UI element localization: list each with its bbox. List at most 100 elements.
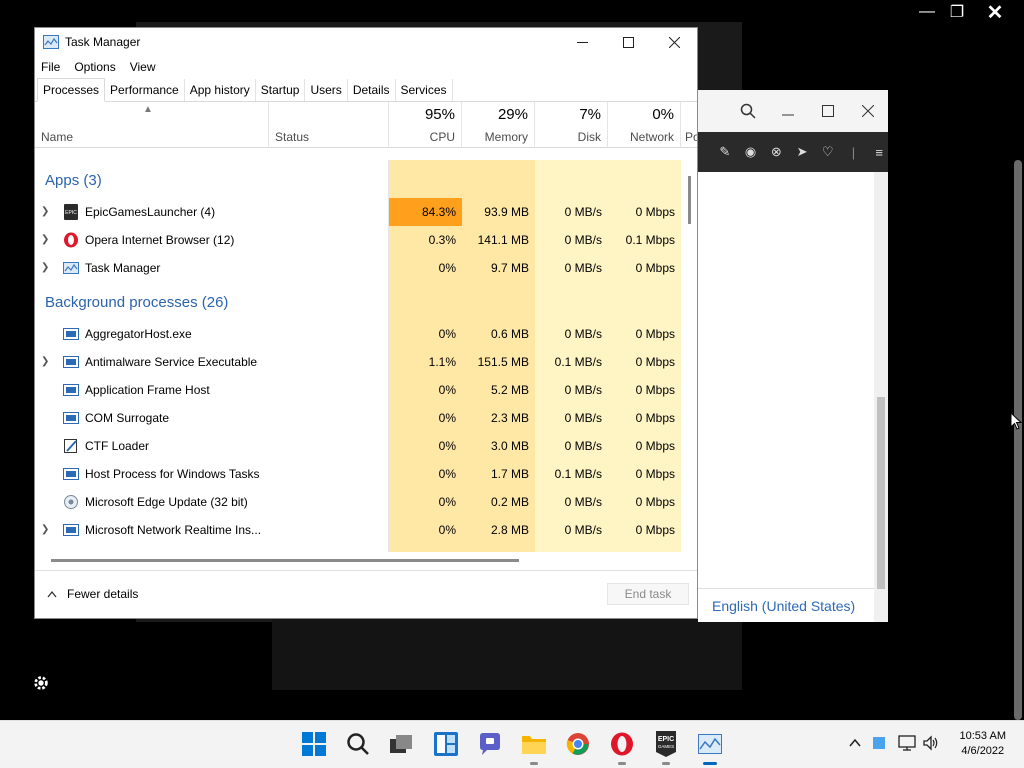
table-row[interactable]: Host Process for Windows Tasks 0% 1.7 MB… [35,460,681,488]
clock-date: 4/6/2022 [961,745,1005,757]
epic-games-button[interactable]: EPIC GAMES [653,731,679,765]
memory-cell: 2.3 MB [490,411,529,425]
opera-button[interactable] [609,731,635,765]
column-network[interactable]: 0% Network [608,102,681,148]
column-cpu[interactable]: 95% CPU [389,102,462,148]
table-row[interactable]: ❯ Task Manager 0% 9.7 MB 0 MB/s 0 Mbps [35,254,681,282]
opera-icon [611,732,633,756]
browser-titlebar [698,90,888,132]
chrome-button[interactable] [565,731,591,757]
tab-app-history[interactable]: App history [185,79,256,101]
memory-cell: 3.0 MB [490,439,529,453]
end-task-button[interactable]: End task [607,583,689,605]
table-row[interactable]: Microsoft Edge Update (32 bit) 0% 0.2 MB… [35,488,681,516]
network-cell: 0 Mbps [635,205,675,219]
chevron-right-icon[interactable]: ❯ [41,356,49,367]
widgets-icon [434,732,458,756]
tab-users[interactable]: Users [305,79,348,101]
column-name[interactable]: ▲ Name [35,102,269,148]
menu-file[interactable]: File [41,60,60,74]
tab-bar: Processes Performance App history Startu… [35,78,697,102]
disk-cell: 0.1 MB/s [554,467,602,481]
table-row[interactable]: ❯ Antimalware Service Executable 1.1% 15… [35,348,681,376]
column-disk[interactable]: 7% Disk [535,102,608,148]
horizontal-scrollbar[interactable] [35,552,681,568]
chevron-right-icon[interactable]: ❯ [41,524,49,535]
tab-performance[interactable]: Performance [105,79,185,101]
column-status[interactable]: Status [269,102,389,148]
start-button[interactable] [301,731,327,757]
menu-options[interactable]: Options [74,60,115,74]
tab-startup[interactable]: Startup [256,79,306,101]
ctf-loader-icon [64,439,77,453]
chevron-right-icon[interactable]: ❯ [41,206,49,217]
browser-maximize-button[interactable] [808,90,848,132]
search-button[interactable] [345,731,371,757]
network-icon [898,735,916,751]
service-icon [63,328,79,340]
process-name: CTF Loader [85,439,150,453]
camera-icon[interactable]: ◉ [742,143,760,161]
language-link[interactable]: English (United States) [712,598,855,614]
tab-services[interactable]: Services [396,79,453,101]
top-minimize-button[interactable]: — [910,0,944,24]
table-row[interactable]: AggregatorHost.exe 0% 0.6 MB 0 MB/s 0 Mb… [35,320,681,348]
menu-bar: File Options View [35,56,697,78]
widgets-button[interactable] [433,731,459,757]
edit-icon[interactable]: ✎ [716,143,734,161]
search-icon[interactable] [728,90,768,132]
minimize-button[interactable] [559,28,605,56]
chevron-right-icon[interactable]: ❯ [41,234,49,245]
top-close-button[interactable]: ✕ [978,0,1012,24]
browser-scroll-thumb[interactable] [877,397,885,589]
column-memory[interactable]: 29% Memory [462,102,535,148]
volume-button[interactable] [921,733,941,753]
chevron-right-icon[interactable]: ❯ [41,262,49,273]
desktop-scrollbar[interactable] [1014,160,1022,720]
heart-icon[interactable]: ♡ [819,143,837,161]
browser-scrollbar[interactable] [874,172,888,622]
gear-icon[interactable] [32,674,50,692]
send-icon[interactable]: ➤ [793,143,811,161]
scroll-thumb[interactable] [688,176,691,224]
top-restore-button[interactable]: ❐ [940,0,974,24]
sort-arrow-icon: ▲ [143,104,153,115]
file-explorer-button[interactable] [521,731,547,765]
settings-sliders-icon[interactable]: ≡ [870,143,888,161]
tab-details[interactable]: Details [348,79,396,101]
table-row[interactable]: ❯ EPIC EpicGamesLauncher (4) 84.3% 93.9 … [35,198,681,226]
close-button[interactable] [651,28,697,56]
network-button[interactable] [897,733,917,753]
memory-total: 29% [497,106,528,123]
fewer-details-button[interactable]: Fewer details [47,587,138,601]
clock[interactable]: 10:53 AM 4/6/2022 [960,729,1006,759]
chat-button[interactable] [477,731,503,757]
table-row[interactable]: COM Surrogate 0% 2.3 MB 0 MB/s 0 Mbps [35,404,681,432]
table-row[interactable]: ❯ Microsoft Network Realtime Ins... 0% 2… [35,516,681,544]
browser-minimize-button[interactable] [768,90,808,132]
vertical-scrollbar[interactable] [683,160,697,552]
fewer-details-label: Fewer details [67,587,139,601]
network-cell: 0 Mbps [635,261,675,275]
task-view-icon [390,735,412,753]
task-manager-titlebar: Task Manager [35,28,697,56]
disk-cell: 0 MB/s [564,233,602,247]
task-view-button[interactable] [389,731,415,757]
tab-processes[interactable]: Processes [37,78,106,102]
maximize-button[interactable] [605,28,651,56]
tray-app-button[interactable] [869,733,889,753]
column-power[interactable]: Po [681,102,697,148]
table-row[interactable]: ❯ Opera Internet Browser (12) 0.3% 141.1… [35,226,681,254]
task-manager-button[interactable] [697,731,723,765]
process-name: Microsoft Network Realtime Ins... [85,523,262,537]
table-row[interactable]: CTF Loader 0% 3.0 MB 0 MB/s 0 Mbps [35,432,681,460]
show-hidden-icons-button[interactable] [845,733,865,753]
table-row[interactable]: Application Frame Host 0% 5.2 MB 0 MB/s … [35,376,681,404]
network-cell: 0 Mbps [635,327,675,341]
background-browser-window: ✎ ◉ ⊗ ➤ ♡ | ≡ English (United States) [698,90,888,622]
block-icon[interactable]: ⊗ [767,143,785,161]
scroll-thumb[interactable] [51,559,519,562]
menu-view[interactable]: View [130,60,156,74]
browser-close-button[interactable] [848,90,888,132]
network-cell: 0 Mbps [635,355,675,369]
